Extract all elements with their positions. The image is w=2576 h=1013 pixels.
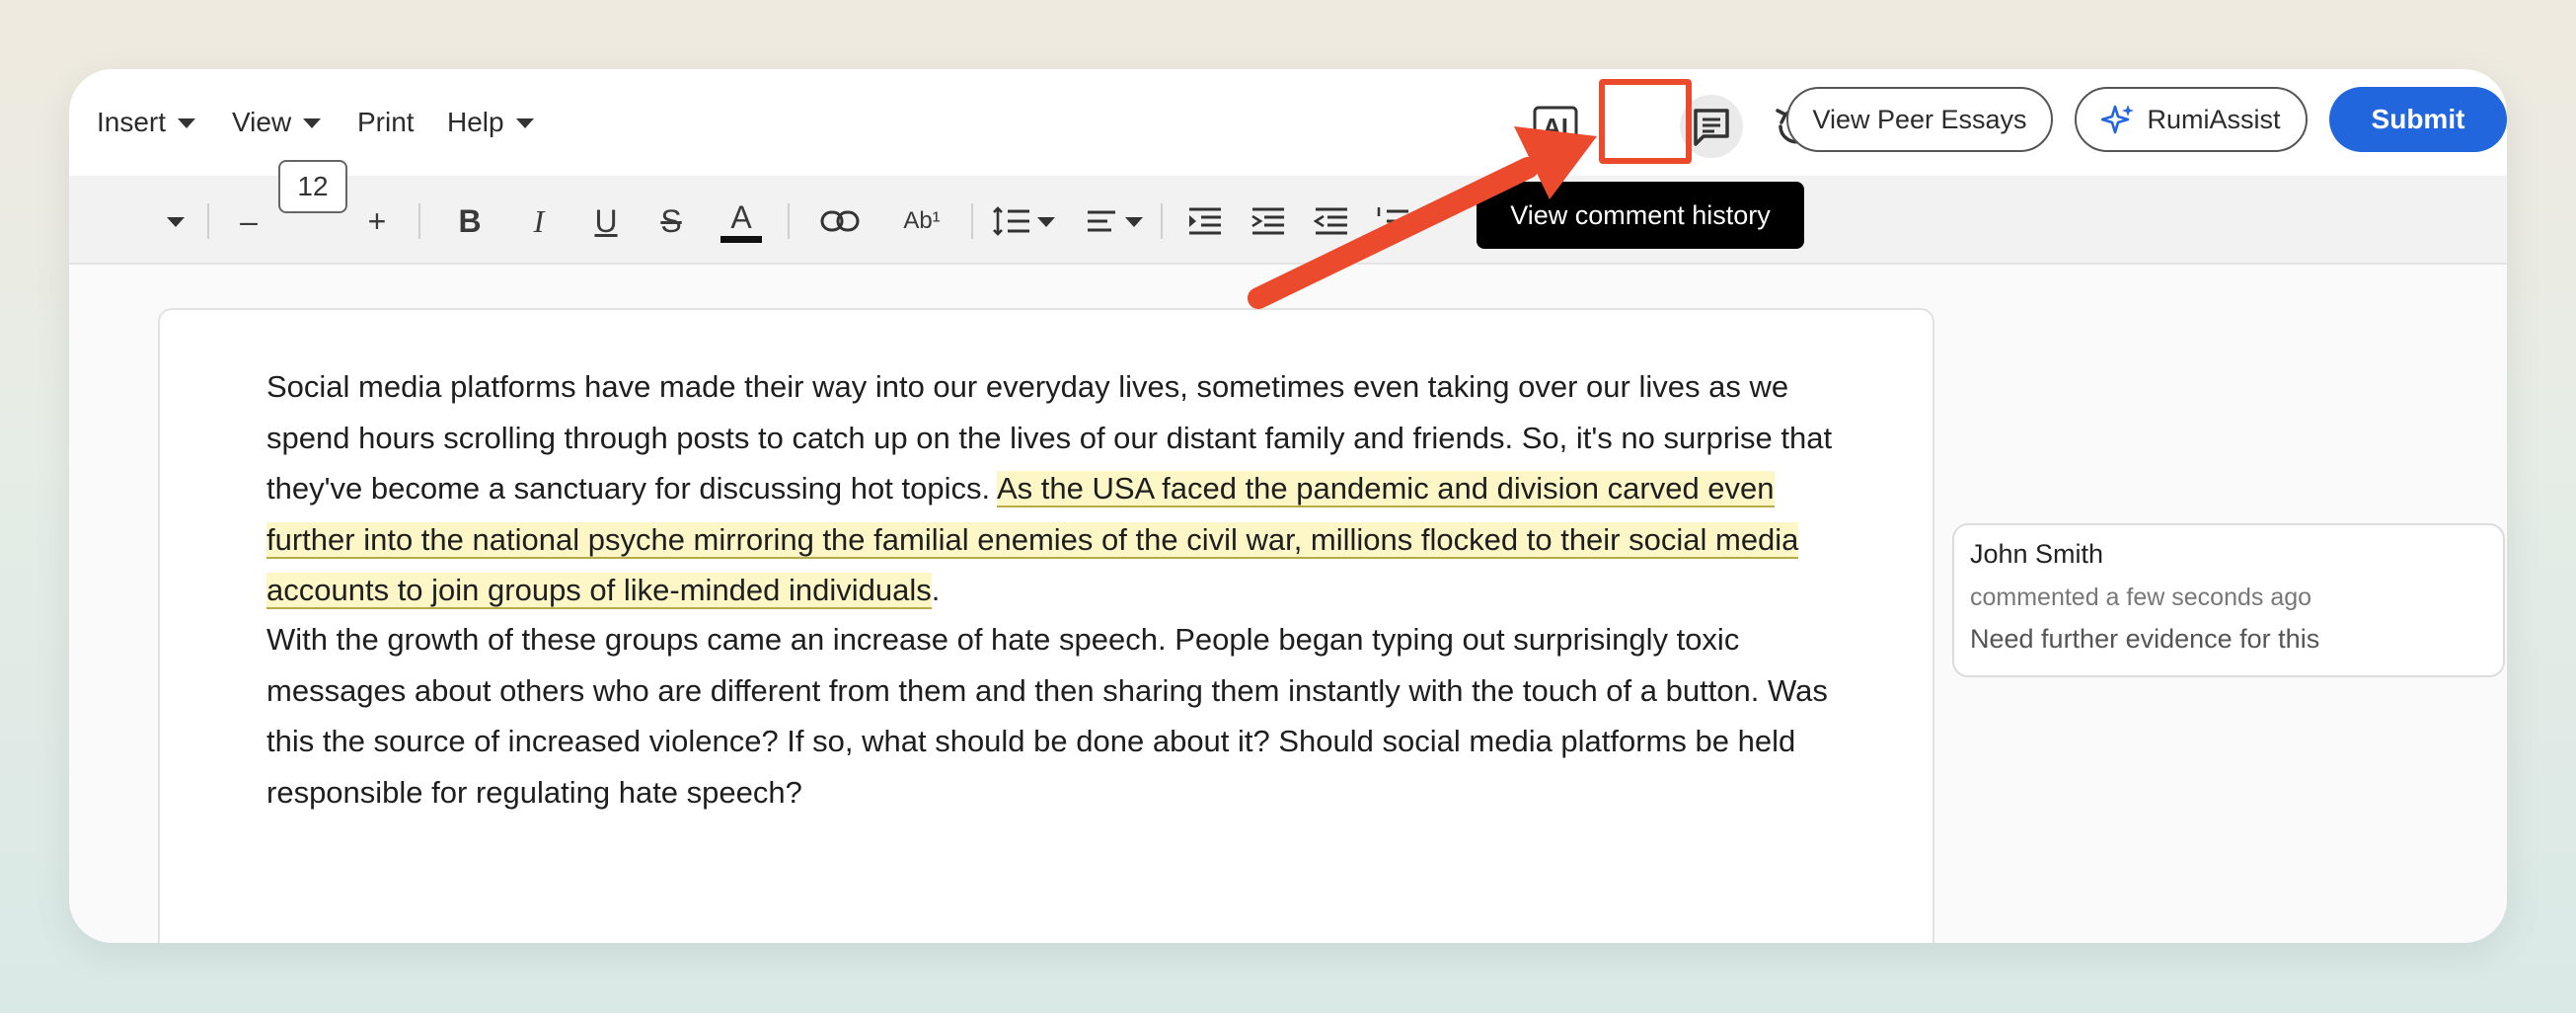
submit-button[interactable]: Submit [2329,87,2507,152]
numbered-list-icon [1377,207,1408,233]
toolbar-divider [418,203,420,239]
rumiassist-label: RumiAssist [2147,104,2281,134]
minus-icon: – [240,202,258,239]
view-peer-essays-button[interactable]: View Peer Essays [1786,87,2053,152]
strikethrough-icon: S [660,202,682,239]
menu-help-label: Help [447,107,504,137]
chevron-down-icon [167,217,185,227]
font-color-icon: A [730,198,752,235]
underline-icon: U [594,202,618,239]
line-spacing-dropdown[interactable] [991,194,1056,249]
annotation-highlight-box [1599,79,1692,164]
font-size-value: 12 [297,171,329,201]
numbered-list-button[interactable] [1368,194,1417,249]
chevron-down-icon [178,118,196,128]
strikethrough-button[interactable]: S [649,194,693,249]
indent-button[interactable] [1180,194,1230,249]
italic-icon: I [533,202,545,239]
chevron-down-icon [1125,217,1143,227]
submit-label: Submit [2371,104,2465,134]
menu-view[interactable]: View [232,107,322,138]
font-dropdown[interactable] [156,194,195,249]
line-spacing-icon [993,206,1029,236]
menu-print-label: Print [357,107,415,137]
align-left-icon [1088,210,1115,232]
menu-bar: Insert View Print Help AI View Peer Essa… [69,69,2507,176]
paragraph-1: Social media platforms have made their w… [266,361,1836,616]
toolbar-divider [788,203,790,239]
indent-icon [1189,207,1221,235]
paragraph-2-text: With the growth of these groups came an … [266,622,1828,810]
ai-button[interactable]: AI [1524,95,1587,158]
bold-icon: B [458,202,482,239]
ai-icon: AI [1533,106,1578,147]
decrease-font-size-button[interactable]: – [227,194,270,249]
underline-button[interactable]: U [584,194,628,249]
comment-timestamp: commented a few seconds ago [1970,584,2312,611]
comment-card[interactable]: John Smith commented a few seconds ago N… [1952,523,2505,677]
font-color-swatch [720,235,762,243]
plus-icon: + [367,202,387,239]
comment-icon [1694,109,1729,146]
toolbar-divider [971,203,973,239]
italic-button[interactable]: I [517,194,561,249]
paragraph-2: With the growth of these groups came an … [266,614,1836,818]
essay-page[interactable]: Social media platforms have made their w… [158,308,1934,943]
rumiassist-button[interactable]: RumiAssist [2075,87,2308,152]
increase-indent-icon [1251,207,1284,235]
bold-button[interactable]: B [448,194,492,249]
menu-insert[interactable]: Insert [97,107,196,138]
tooltip-text: View comment history [1510,199,1771,230]
font-color-button[interactable]: A [719,194,764,249]
menu-help[interactable]: Help [447,107,534,138]
toolbar-divider [207,203,209,239]
view-peer-essays-label: View Peer Essays [1812,104,2027,134]
font-size-input[interactable]: 12 [278,160,347,213]
paragraph-1-end: . [931,573,941,607]
decrease-indent-button[interactable] [1307,194,1356,249]
formatting-toolbar: – + B I U S A Ab¹ [69,176,2507,265]
menu-print[interactable]: Print [357,107,415,138]
link-icon [820,210,860,232]
superscript-button[interactable]: Ab¹ [892,194,951,249]
increase-font-size-button[interactable]: + [355,194,399,249]
menu-view-label: View [232,107,292,137]
superscript-icon: Ab¹ [903,207,941,234]
alignment-dropdown[interactable] [1082,194,1147,249]
toolbar-divider [1161,203,1163,239]
chevron-down-icon [1037,217,1055,227]
comment-author: John Smith [1970,539,2104,569]
increase-indent-button[interactable] [1244,194,1293,249]
decrease-indent-icon [1314,207,1347,235]
link-button[interactable] [815,194,865,249]
sparkle-icon [2101,105,2135,134]
chevron-down-icon [303,118,322,128]
svg-text:AI: AI [1543,113,1568,142]
menu-insert-label: Insert [97,107,167,137]
comment-text: Need further evidence for this [1970,624,2320,654]
editor-window: Insert View Print Help AI View Peer Essa… [69,69,2507,943]
chevron-down-icon [515,118,534,128]
comment-history-tooltip: View comment history [1477,182,1804,249]
